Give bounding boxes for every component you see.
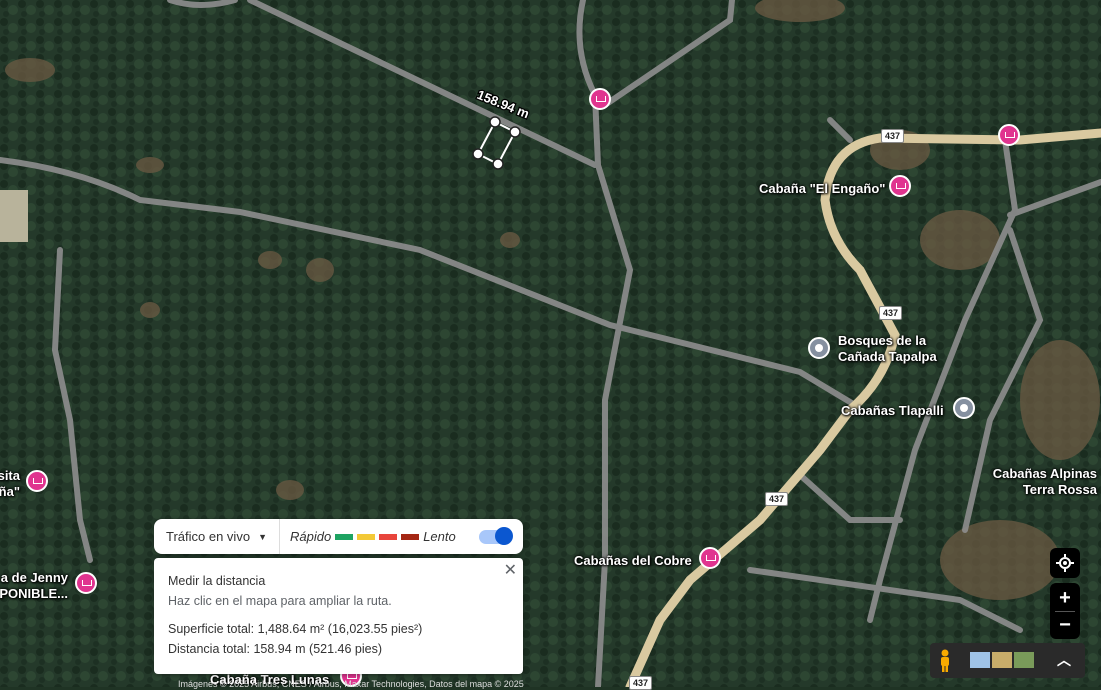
measure-total-distance: Distancia total: 158.94 m (521.46 pies) <box>168 642 383 656</box>
my-location-button[interactable] <box>1050 548 1080 578</box>
place-label[interactable]: Cabañas Alpinas Terra Rossa <box>975 466 1097 498</box>
place-pin-icon[interactable] <box>953 397 975 419</box>
route-shield: 437 <box>765 492 789 506</box>
zoom-in-button[interactable]: + <box>1059 585 1071 611</box>
zoom-out-button[interactable]: − <box>1059 612 1071 638</box>
layers-icon[interactable] <box>970 652 1034 668</box>
place-label[interactable]: a de Jenny PONIBLE... <box>0 570 68 602</box>
traffic-swatch <box>357 533 376 540</box>
caret-down-icon: ▼ <box>258 531 267 542</box>
close-icon[interactable]: ✕ <box>504 560 517 580</box>
measure-total-area: Superficie total: 1,488.64 m² (16,023.55… <box>168 622 423 636</box>
measure-hint: Haz clic en el mapa para ampliar la ruta… <box>168 594 392 608</box>
my-location-icon <box>1056 554 1074 572</box>
route-shield: 437 <box>881 129 905 143</box>
hotel-pin-icon[interactable] <box>889 175 911 197</box>
zoom-controls: + − <box>1050 583 1080 639</box>
traffic-fast-label: Rápido <box>289 529 332 544</box>
measure-distance-panel: Medir la distancia Haz clic en el mapa p… <box>154 558 523 674</box>
route-shield: 437 <box>629 676 653 690</box>
place-pin-icon[interactable] <box>808 337 830 359</box>
traffic-layer-bar: Tráfico en vivo ▼ Rápido Lento <box>154 519 523 554</box>
measure-title: Medir la distancia <box>168 574 266 588</box>
hotel-pin-icon[interactable] <box>998 124 1020 146</box>
traffic-swatch <box>401 533 420 540</box>
place-label[interactable]: Cabaña "El Engaño" <box>759 181 885 197</box>
traffic-toggle[interactable] <box>479 526 513 545</box>
hotel-pin-icon[interactable] <box>26 470 48 492</box>
place-label[interactable]: sita ña" <box>0 468 20 500</box>
place-label[interactable]: Bosques de la Cañada Tapalpa <box>838 333 937 365</box>
map-attribution: Imágenes © 2025 Airbus, CNES / Airbus, M… <box>178 679 524 689</box>
traffic-swatch <box>379 533 398 540</box>
hotel-pin-icon[interactable] <box>699 547 721 569</box>
chevron-up-icon[interactable]: ︿ <box>1057 650 1071 670</box>
traffic-mode-label: Tráfico en vivo <box>166 529 251 544</box>
traffic-legend: Rápido Lento <box>280 529 466 544</box>
place-label[interactable]: Cabañas Tlapalli <box>841 403 944 419</box>
hotel-pin-icon[interactable] <box>75 572 97 594</box>
traffic-mode-dropdown[interactable]: Tráfico en vivo ▼ <box>154 519 280 554</box>
traffic-slow-label: Lento <box>423 529 456 544</box>
place-label[interactable]: Cabañas del Cobre <box>574 553 692 569</box>
pegman-icon[interactable] <box>937 649 953 673</box>
map-bottom-controls: ︿ <box>930 643 1085 678</box>
route-shield: 437 <box>879 306 903 320</box>
hotel-pin-icon[interactable] <box>589 88 611 110</box>
traffic-swatch <box>335 533 354 540</box>
